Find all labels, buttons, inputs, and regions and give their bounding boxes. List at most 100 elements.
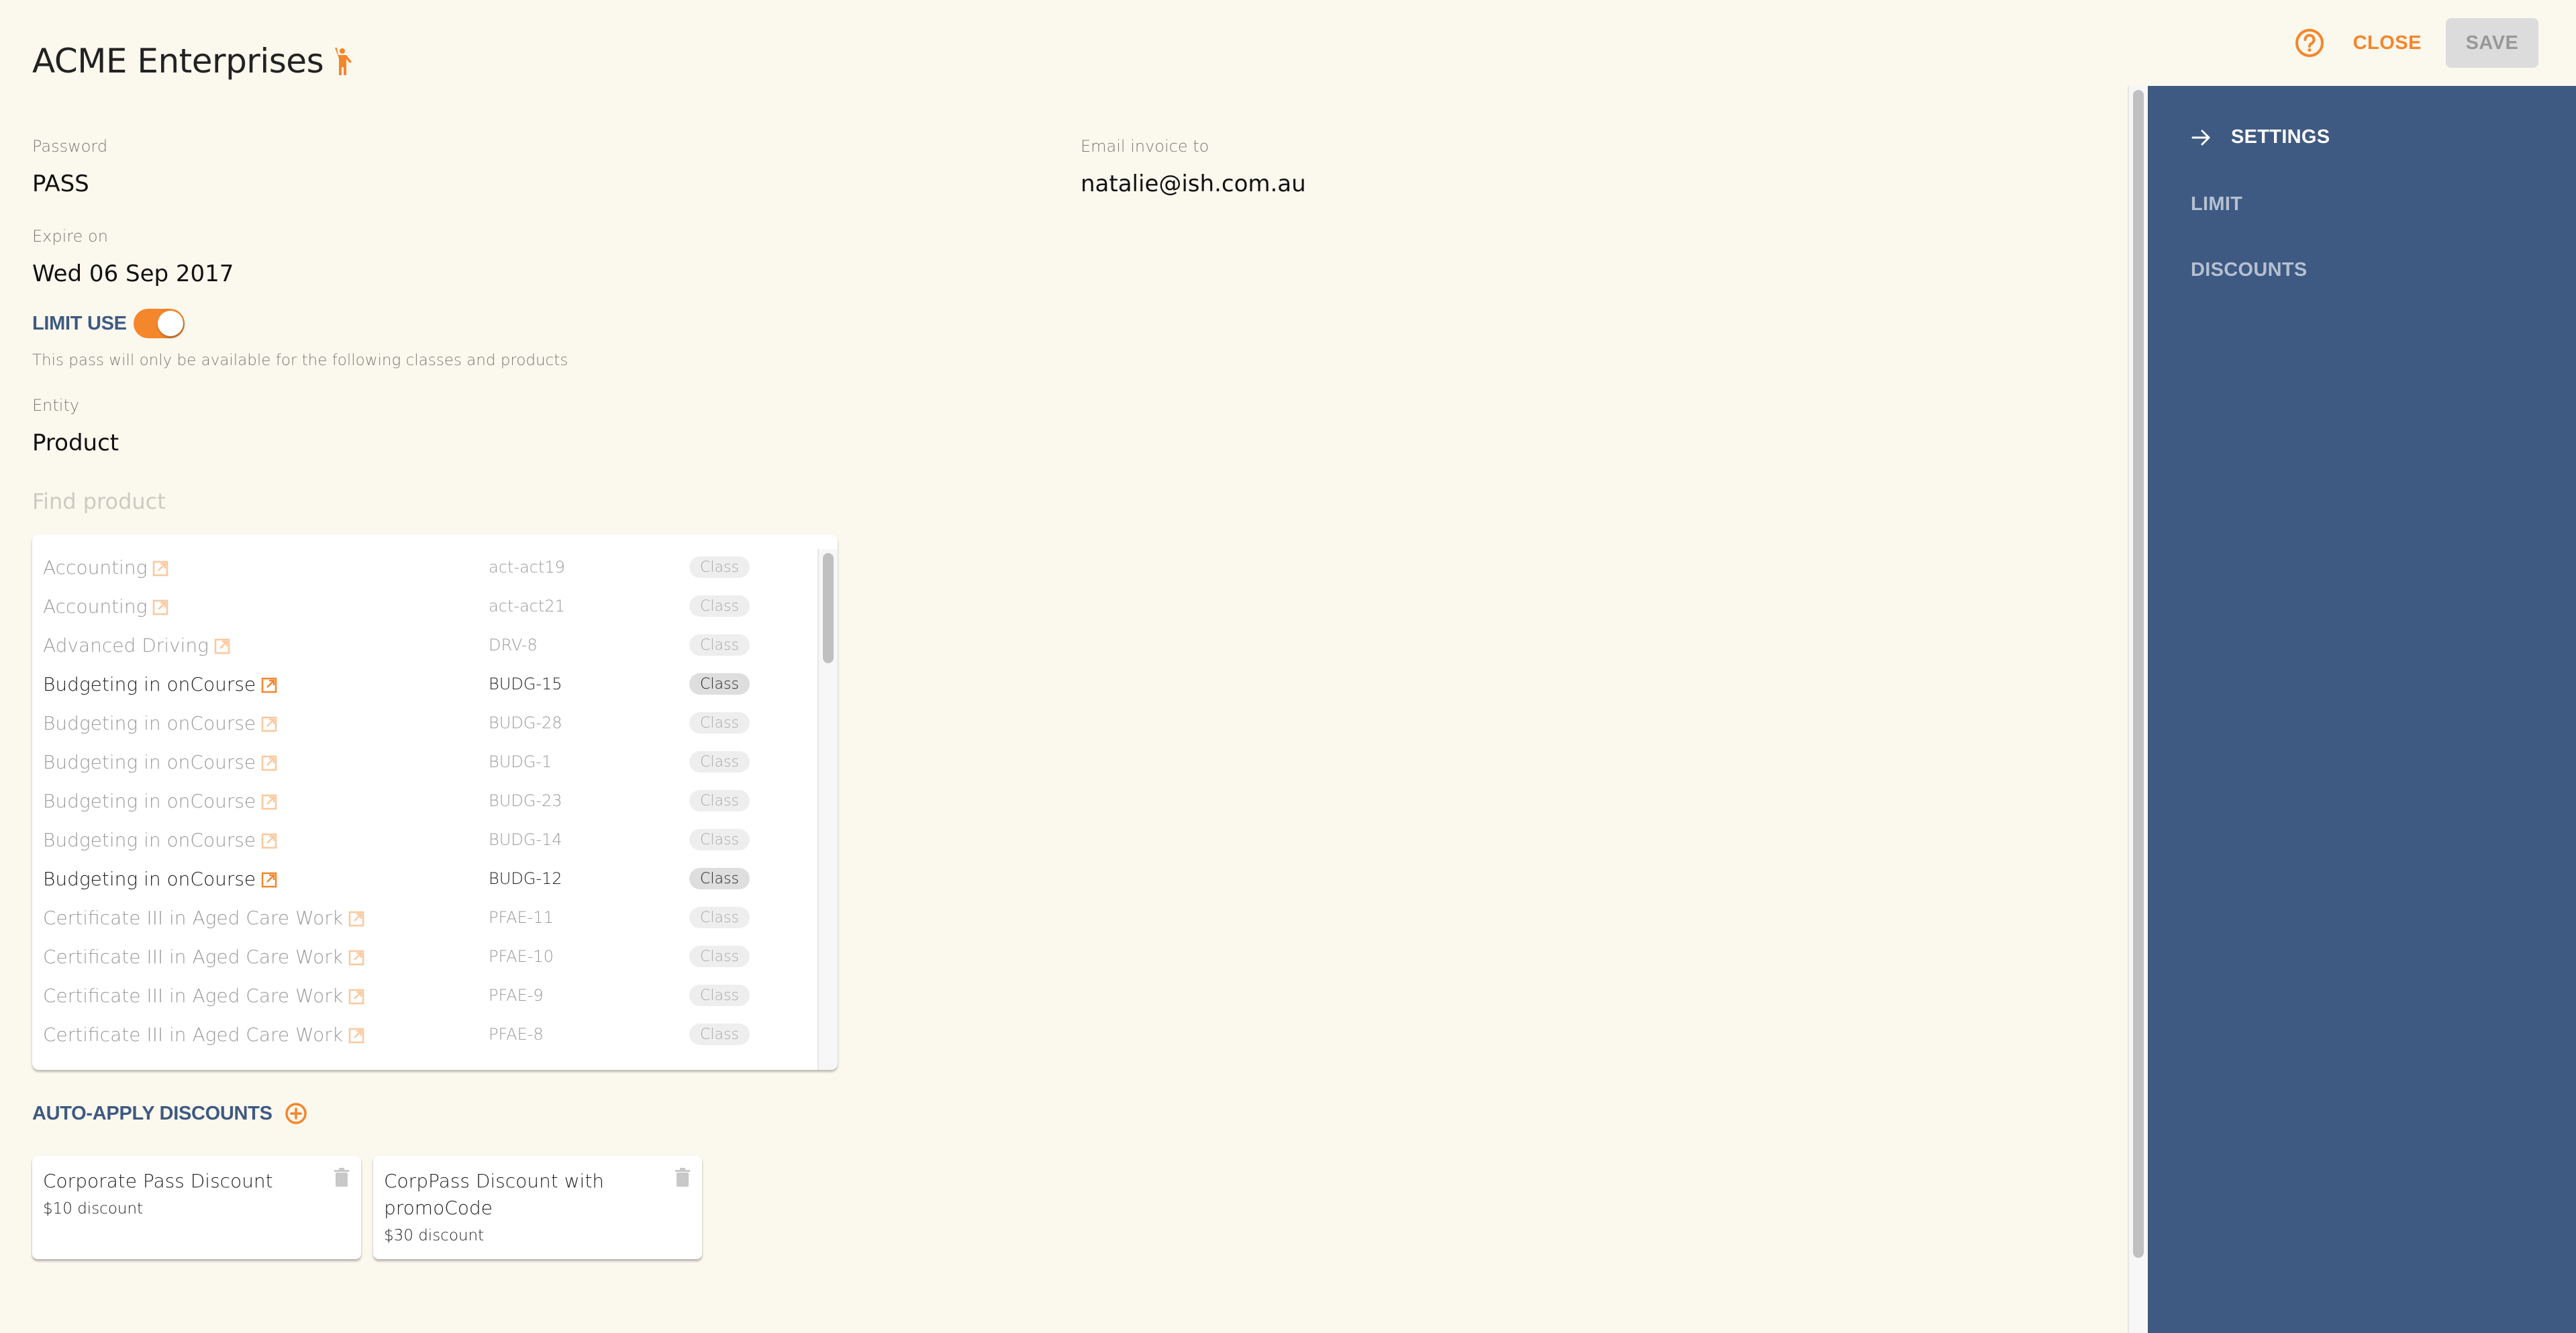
product-list-row[interactable]: Budgeting in onCourse BUDG-14 Class [32, 820, 818, 859]
product-code: PFAE-11 [489, 908, 554, 927]
nav-item-label: LIMIT [2191, 193, 2243, 215]
discount-card[interactable]: Corporate Pass Discount $10 discount [32, 1156, 361, 1259]
product-list-row[interactable]: Accounting act-act19 Class [32, 548, 818, 587]
product-list-row[interactable]: Certificate III in Aged Care Work PFAE-11… [32, 898, 818, 937]
open-external-icon[interactable] [152, 598, 168, 615]
product-name-text: Budgeting in onCourse [43, 673, 256, 695]
product-list: Accounting act-act19 Class Accounting act-ac… [32, 534, 838, 1070]
password-value[interactable]: PASS [32, 170, 107, 197]
expire-value[interactable]: Wed 06 Sep 2017 [32, 260, 234, 287]
product-type-chip: Class [689, 751, 750, 773]
product-type-chip: Class [689, 1024, 750, 1045]
open-external-icon[interactable] [261, 715, 277, 732]
open-external-icon[interactable] [348, 909, 364, 927]
title-row: ACME Enterprises [32, 42, 353, 81]
product-name: Certificate III in Aged Care Work [43, 985, 364, 1007]
product-type-chip: Class [689, 712, 750, 734]
product-type-chip: Class [689, 868, 750, 889]
page-title: ACME Enterprises [32, 42, 324, 81]
product-list-row[interactable]: Certificate III in Aged Care Work PFAE-10… [32, 937, 818, 976]
product-type-chip: Class [689, 790, 750, 811]
product-list-row[interactable]: Advanced Driving DRV-8 Class [32, 626, 818, 664]
product-code: PFAE-9 [489, 986, 544, 1005]
product-name-text: Accounting [43, 595, 148, 618]
product-type-chip: Class [689, 985, 750, 1006]
product-name: Advanced Driving [43, 634, 230, 656]
limit-use-help-text: This pass will only be available for the… [32, 352, 568, 369]
product-name-text: Budgeting in onCourse [43, 711, 256, 734]
main-scroll-thumb[interactable] [2133, 90, 2144, 1258]
limit-use-label: LIMIT USE [32, 312, 127, 334]
waving-person-icon [333, 47, 353, 75]
product-list-row[interactable]: Accounting act-act21 Class [32, 587, 818, 626]
product-list-row[interactable]: Budgeting in onCourse BUDG-23 Class [32, 781, 818, 820]
product-list-scrollbar[interactable] [818, 549, 838, 1070]
entity-value[interactable]: Product [32, 430, 119, 456]
open-external-icon[interactable] [348, 1026, 364, 1044]
product-list-row[interactable]: Budgeting in onCourse BUDG-15 Class [32, 664, 818, 703]
delete-discount-icon[interactable] [675, 1168, 690, 1187]
product-list-row[interactable]: Certificate III in Aged Care Work PFAE-9 C… [32, 976, 818, 1015]
product-code: PFAE-8 [489, 1025, 544, 1044]
discounts-title: AUTO-APPLY DISCOUNTS [32, 1102, 273, 1124]
main-scrollbar[interactable] [2128, 86, 2146, 1333]
product-list-row[interactable]: Budgeting in onCourse BUDG-28 Class [32, 703, 818, 742]
delete-discount-icon[interactable] [334, 1168, 349, 1187]
find-product-input[interactable] [32, 489, 502, 514]
open-external-icon[interactable] [261, 754, 277, 771]
product-list-row[interactable]: Budgeting in onCourse BUDG-1 Class [32, 742, 818, 781]
product-list-row[interactable]: Certificate III in Community ServicesCHC… [32, 1054, 818, 1060]
email-value[interactable]: natalie@ish.com.au [1081, 170, 1306, 197]
product-list-row[interactable]: Budgeting in onCourse BUDG-12 Class [32, 859, 818, 898]
product-name-text: Budgeting in onCourse [43, 789, 256, 812]
expire-field[interactable]: Expire on Wed 06 Sep 2017 [32, 227, 234, 287]
open-external-icon[interactable] [261, 871, 277, 888]
help-icon[interactable] [2294, 28, 2325, 58]
product-type-chip: Class [689, 907, 750, 928]
product-name: Budgeting in onCourse [43, 829, 277, 851]
open-external-icon[interactable] [261, 832, 277, 849]
close-button[interactable]: CLOSE [2353, 32, 2422, 54]
product-type-chip: Class [689, 556, 750, 578]
limit-use-toggle[interactable] [133, 309, 185, 338]
discount-amount: $30 discount [384, 1227, 485, 1244]
password-label: Password [32, 137, 108, 156]
product-code: act-act21 [489, 597, 565, 615]
add-discount-icon[interactable] [285, 1102, 307, 1125]
email-field[interactable]: Email invoice to natalie@ish.com.au [1081, 137, 1306, 197]
product-name-text: Accounting [43, 556, 148, 579]
product-name-text: Certificate III in Aged Care Work [43, 984, 343, 1007]
product-list-scroll-thumb[interactable] [823, 553, 834, 663]
password-field[interactable]: Password PASS [32, 137, 107, 197]
expire-label: Expire on [32, 227, 108, 246]
product-name-text: Certificate III in Aged Care Work [43, 906, 343, 929]
open-external-icon[interactable] [152, 559, 168, 577]
open-external-icon[interactable] [261, 793, 277, 810]
nav-item-settings[interactable]: SETTINGS [2191, 126, 2330, 148]
open-external-icon[interactable] [348, 948, 364, 966]
nav-item-discounts[interactable]: DISCOUNTS [2191, 259, 2308, 281]
product-code: BUDG-15 [489, 675, 562, 693]
open-external-icon[interactable] [261, 676, 277, 693]
email-label: Email invoice to [1081, 137, 1209, 156]
product-type-chip: Class [689, 673, 750, 695]
entity-field[interactable]: Entity Product [32, 396, 119, 456]
product-type-chip: Class [689, 829, 750, 850]
open-external-icon[interactable] [348, 987, 364, 1005]
discount-card[interactable]: CorpPass Discount with promoCode $30 dis… [373, 1156, 702, 1259]
save-button[interactable]: SAVE [2446, 18, 2538, 68]
app-root: ACME Enterprises CLOSE SAVE Password PAS… [0, 0, 2576, 1333]
product-code: DRV-8 [489, 636, 538, 654]
side-nav: SETTINGS LIMIT DISCOUNTS [2148, 86, 2576, 1333]
product-code: BUDG-14 [489, 830, 562, 849]
nav-item-limit[interactable]: LIMIT [2191, 193, 2242, 215]
product-name-text: Certificate III in Aged Care Work [43, 1023, 343, 1046]
open-external-icon[interactable] [214, 637, 230, 654]
product-name: Certificate III in Aged Care Work [43, 907, 364, 929]
toggle-knob [157, 311, 183, 336]
main-form: Password PASS Email invoice to natalie@i… [0, 86, 2128, 1333]
product-name-text: Budgeting in onCourse [43, 828, 256, 851]
product-name: Budgeting in onCourse [43, 790, 277, 812]
product-list-row[interactable]: Certificate III in Aged Care Work PFAE-8 C… [32, 1015, 818, 1054]
nav-item-label: DISCOUNTS [2191, 259, 2308, 281]
